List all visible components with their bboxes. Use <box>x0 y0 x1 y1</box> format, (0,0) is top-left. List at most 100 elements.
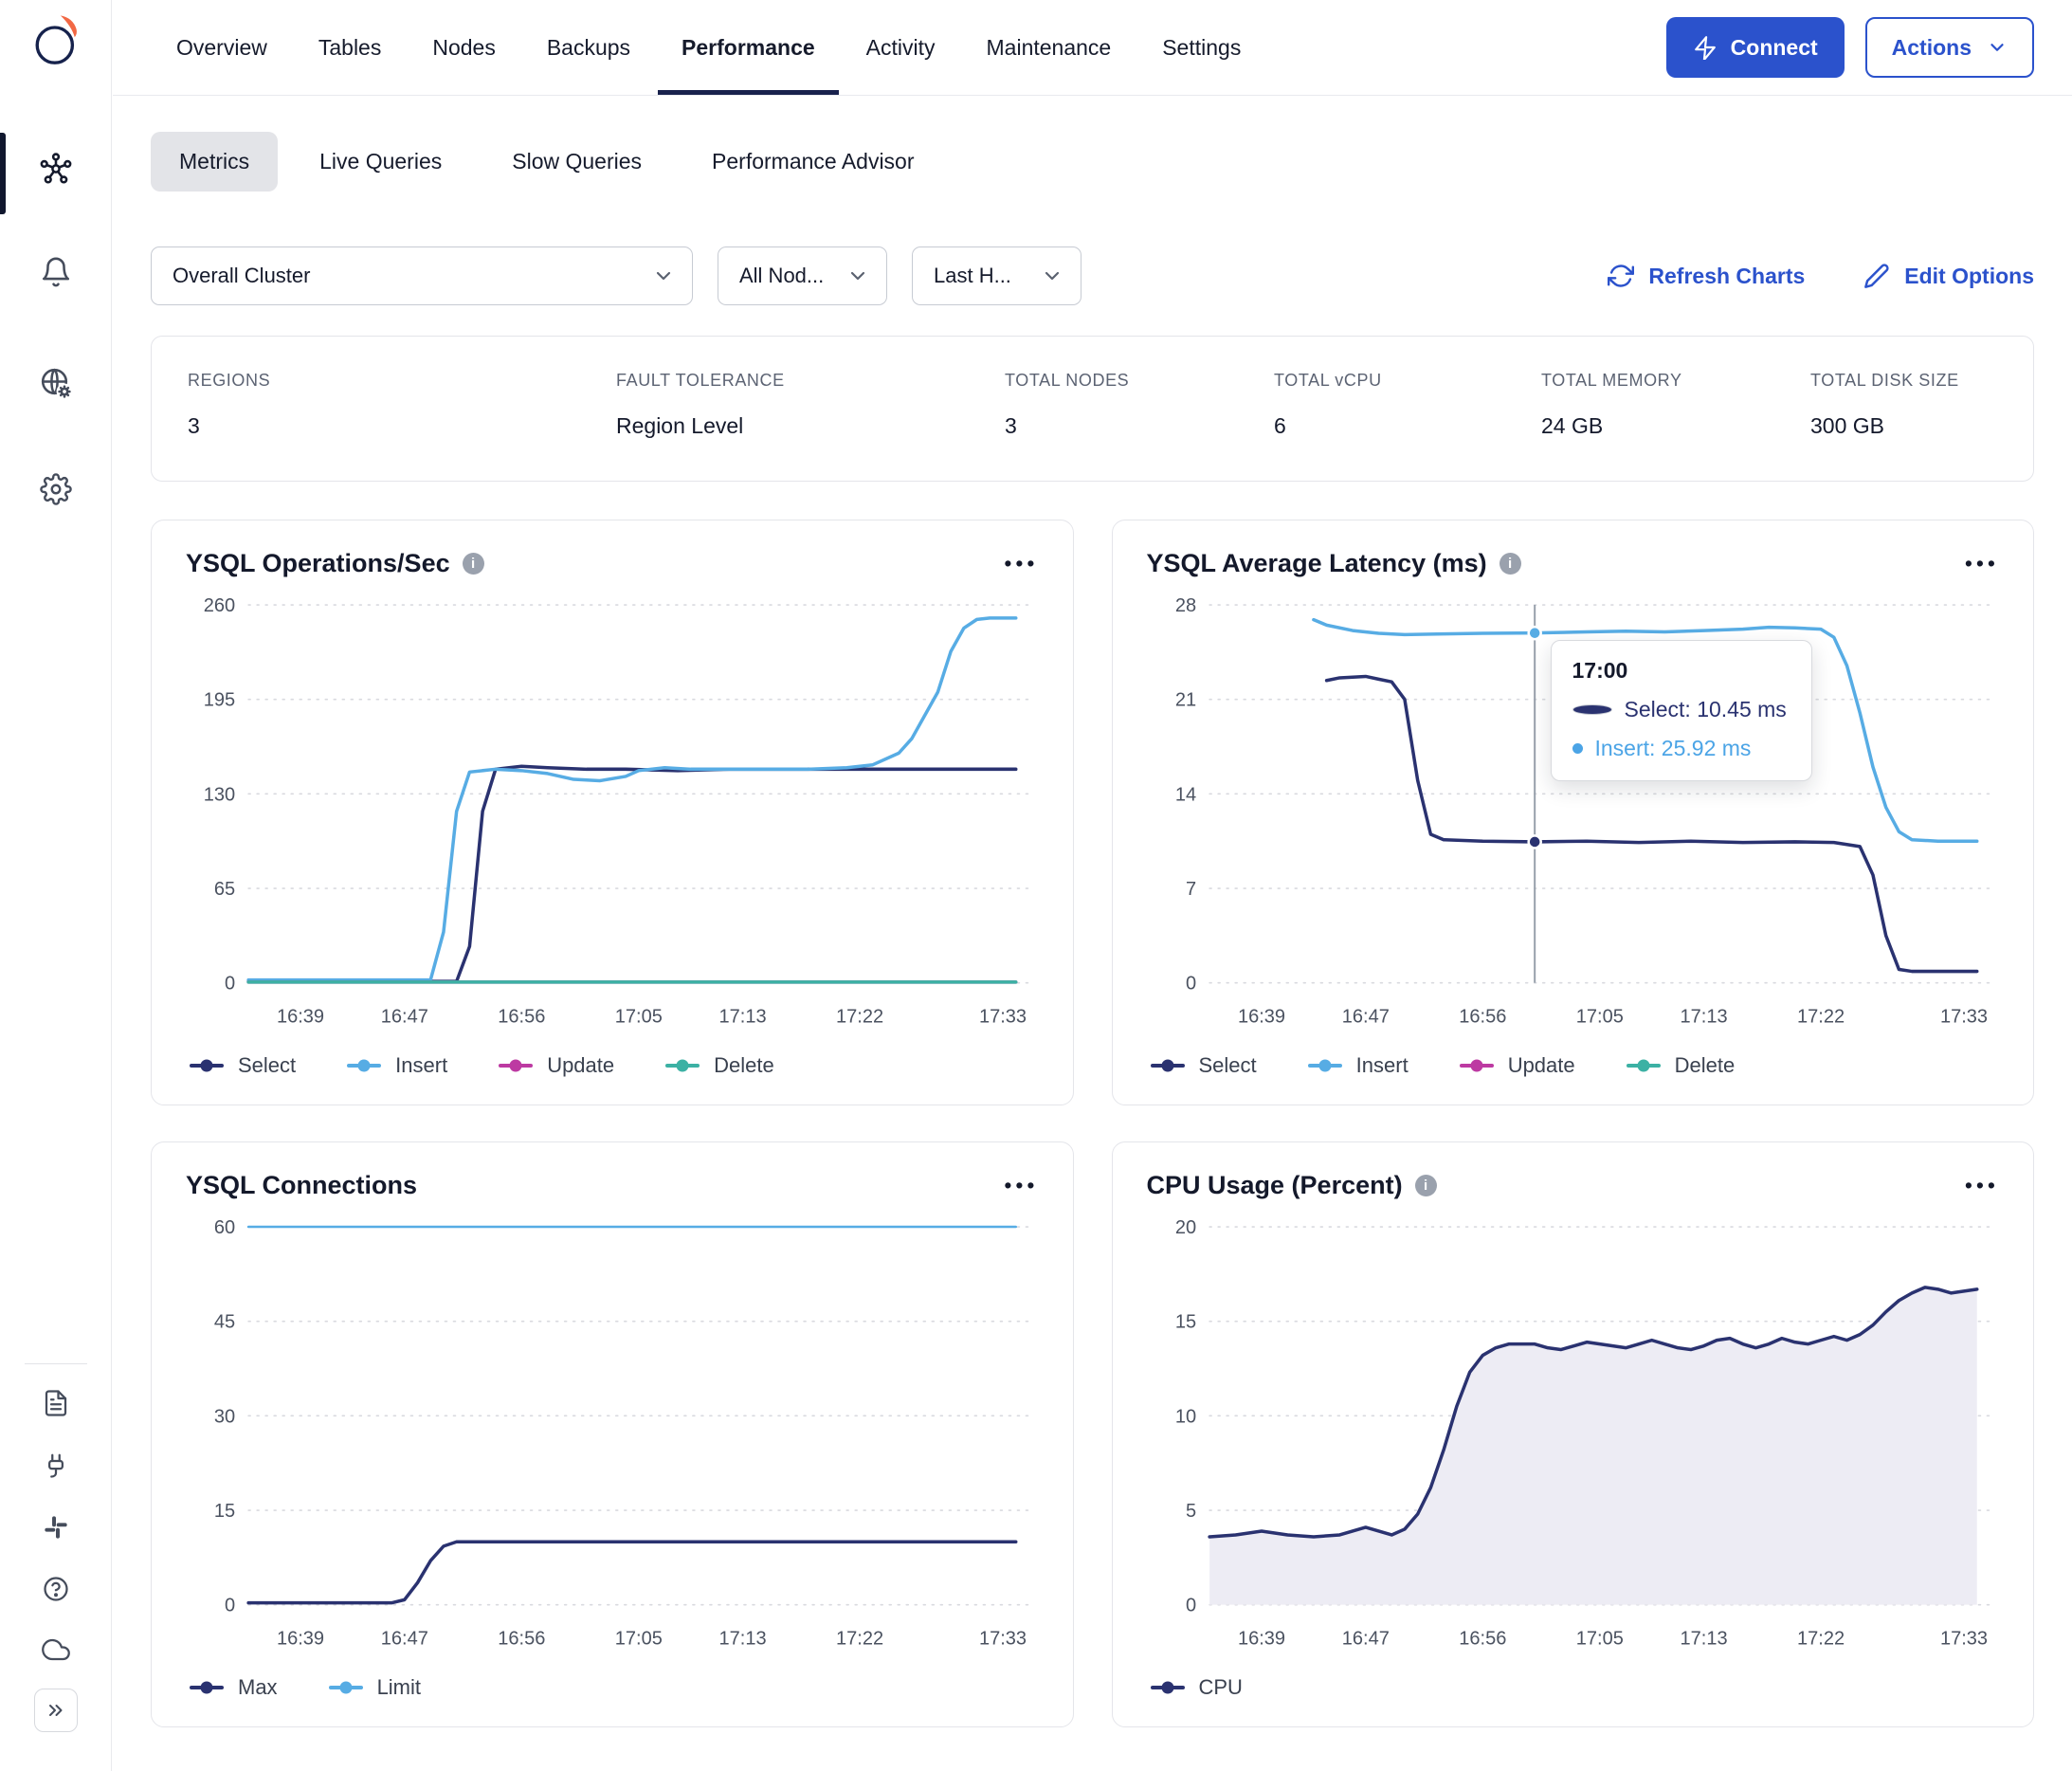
svg-text:17:22: 17:22 <box>1797 1629 1845 1650</box>
sidebar-item-slack[interactable] <box>0 1501 112 1554</box>
legend-item-update[interactable]: Update <box>499 1053 614 1078</box>
chart-menu-button[interactable]: ••• <box>996 549 1045 578</box>
ysql-operations-chart[interactable]: 0 65 130 195 260 16:39 16:47 16:56 17:05 17:13 17:… <box>178 586 1046 1042</box>
actions-button[interactable]: Actions <box>1864 17 2034 78</box>
chart-legend: Select Insert Update Delete <box>1150 1053 2008 1078</box>
stat-total-vcpu: TOTAL vCPU 6 <box>1274 371 1382 438</box>
sidebar-item-alerts[interactable] <box>0 242 112 302</box>
pencil-icon <box>1864 264 1889 288</box>
nodes-select[interactable]: All Nod... <box>718 246 887 305</box>
cloud-status-icon <box>42 1638 70 1661</box>
edit-options-button[interactable]: Edit Options <box>1863 263 2034 289</box>
cluster-tabs: Overview Tables Nodes Backups Performanc… <box>151 0 1266 95</box>
legend-item-select[interactable]: Select <box>1150 1053 1257 1078</box>
connect-button[interactable]: Connect <box>1665 17 1845 78</box>
legend-item-limit[interactable]: Limit <box>328 1675 421 1700</box>
svg-text:14: 14 <box>1174 784 1195 805</box>
subtab-slow-queries[interactable]: Slow Queries <box>483 132 670 192</box>
svg-text:60: 60 <box>214 1217 235 1238</box>
alerts-bell-icon <box>42 257 70 287</box>
info-icon[interactable]: i <box>1414 1174 1437 1196</box>
stat-regions: REGIONS 3 <box>188 371 271 438</box>
chart-legend: Max Limit <box>190 1675 1046 1700</box>
svg-text:16:56: 16:56 <box>1459 1629 1506 1650</box>
chart-menu-button[interactable]: ••• <box>1957 549 2007 578</box>
chart-card-ysql-latency: YSQL Average Latency (ms) i ••• 0 7 14 21 28… <box>1111 520 2034 1105</box>
sidebar-item-cloud-status[interactable] <box>0 1623 112 1676</box>
svg-text:17:33: 17:33 <box>979 1007 1027 1028</box>
tab-settings[interactable]: Settings <box>1136 0 1266 95</box>
cluster-select[interactable]: Overall Cluster <box>151 246 693 305</box>
svg-text:16:39: 16:39 <box>1237 1007 1284 1028</box>
chart-legend: CPU <box>1150 1675 2008 1700</box>
svg-text:16:39: 16:39 <box>277 1007 324 1028</box>
filter-row: Overall Cluster All Nod... Last H... Ref… <box>113 192 2072 305</box>
svg-text:16:47: 16:47 <box>381 1629 428 1650</box>
sidebar-item-docs[interactable] <box>0 1377 112 1430</box>
svg-text:130: 130 <box>204 784 235 805</box>
info-icon[interactable]: i <box>1499 553 1521 575</box>
tooltip-select-value: Select: 10.45 ms <box>1624 697 1787 721</box>
svg-text:17:05: 17:05 <box>615 1007 663 1028</box>
chart-card-cpu-usage: CPU Usage (Percent) i ••• 0 5 10 15 20 16:39 1… <box>1111 1141 2034 1727</box>
stat-total-disk-size: TOTAL DISK SIZE 300 GB <box>1810 371 1959 438</box>
tab-activity[interactable]: Activity <box>841 0 961 95</box>
stat-fault-tolerance: FAULT TOLERANCE Region Level <box>616 371 785 438</box>
info-icon[interactable]: i <box>462 553 484 575</box>
time-range-select[interactable]: Last H... <box>912 246 1081 305</box>
legend-item-update[interactable]: Update <box>1459 1053 1575 1078</box>
chart-menu-button[interactable]: ••• <box>996 1171 1045 1200</box>
svg-text:16:56: 16:56 <box>498 1007 545 1028</box>
subtab-performance-advisor[interactable]: Performance Advisor <box>683 132 942 192</box>
subtab-metrics[interactable]: Metrics <box>151 132 279 192</box>
sidebar-item-help[interactable] <box>0 1562 112 1616</box>
tab-performance[interactable]: Performance <box>656 0 841 95</box>
svg-text:10: 10 <box>1174 1406 1195 1427</box>
svg-text:16:56: 16:56 <box>498 1629 545 1650</box>
subtab-live-queries[interactable]: Live Queries <box>291 132 470 192</box>
svg-text:0: 0 <box>1185 974 1195 995</box>
svg-text:195: 195 <box>204 690 235 711</box>
svg-text:260: 260 <box>204 595 235 616</box>
cluster-summary-panel: REGIONS 3 FAULT TOLERANCE Region Level T… <box>151 336 2034 482</box>
refresh-charts-button[interactable]: Refresh Charts <box>1608 263 1805 289</box>
svg-text:17:33: 17:33 <box>1939 1007 1987 1028</box>
legend-item-insert[interactable]: Insert <box>1307 1053 1409 1078</box>
tab-tables[interactable]: Tables <box>293 0 407 95</box>
legend-item-insert[interactable]: Insert <box>347 1053 447 1078</box>
expand-sidebar-button[interactable] <box>0 1684 112 1737</box>
svg-text:17:33: 17:33 <box>979 1629 1027 1650</box>
svg-text:17:13: 17:13 <box>1680 1007 1727 1028</box>
svg-text:17:05: 17:05 <box>1575 1007 1623 1028</box>
svg-text:45: 45 <box>214 1311 235 1332</box>
chevron-down-icon <box>1045 271 1060 281</box>
sidebar-divider <box>25 1363 87 1364</box>
sidebar-item-network-access[interactable] <box>0 353 112 413</box>
sidebar-item-integrations[interactable] <box>0 1439 112 1492</box>
svg-text:16:39: 16:39 <box>277 1629 324 1650</box>
lightning-bolt-icon <box>1694 36 1716 60</box>
sidebar-item-clusters[interactable] <box>0 138 112 199</box>
legend-item-delete[interactable]: Delete <box>1626 1053 1735 1078</box>
sidebar-item-settings[interactable] <box>0 459 112 520</box>
cpu-usage-chart[interactable]: 0 5 10 15 20 16:39 16:47 16:56 17:05 17:13 17:22 17… <box>1139 1208 2008 1664</box>
help-circle-icon <box>44 1577 68 1601</box>
chart-legend: Select Insert Update Delete <box>190 1053 1046 1078</box>
tab-maintenance[interactable]: Maintenance <box>961 0 1137 95</box>
svg-text:17:05: 17:05 <box>615 1629 663 1650</box>
ysql-connections-chart[interactable]: 0 15 30 45 60 16:39 16:47 16:56 17:05 17:13 17:22 1… <box>178 1208 1046 1664</box>
tab-backups[interactable]: Backups <box>521 0 656 95</box>
tab-overview[interactable]: Overview <box>151 0 293 95</box>
network-access-globe-gear-icon <box>41 368 73 400</box>
svg-text:0: 0 <box>225 1595 235 1616</box>
tab-nodes[interactable]: Nodes <box>407 0 520 95</box>
stat-total-memory: TOTAL MEMORY 24 GB <box>1541 371 1682 438</box>
legend-item-cpu[interactable]: CPU <box>1150 1675 1243 1700</box>
legend-item-delete[interactable]: Delete <box>665 1053 774 1078</box>
legend-item-select[interactable]: Select <box>190 1053 296 1078</box>
chart-menu-button[interactable]: ••• <box>1957 1171 2007 1200</box>
yugabyte-logo[interactable] <box>28 13 83 75</box>
chart-title: CPU Usage (Percent) <box>1146 1170 1403 1199</box>
chart-tooltip: 17:00 Select: 10.45 ms Insert: 25.92 ms <box>1550 640 1812 781</box>
legend-item-max[interactable]: Max <box>190 1675 278 1700</box>
